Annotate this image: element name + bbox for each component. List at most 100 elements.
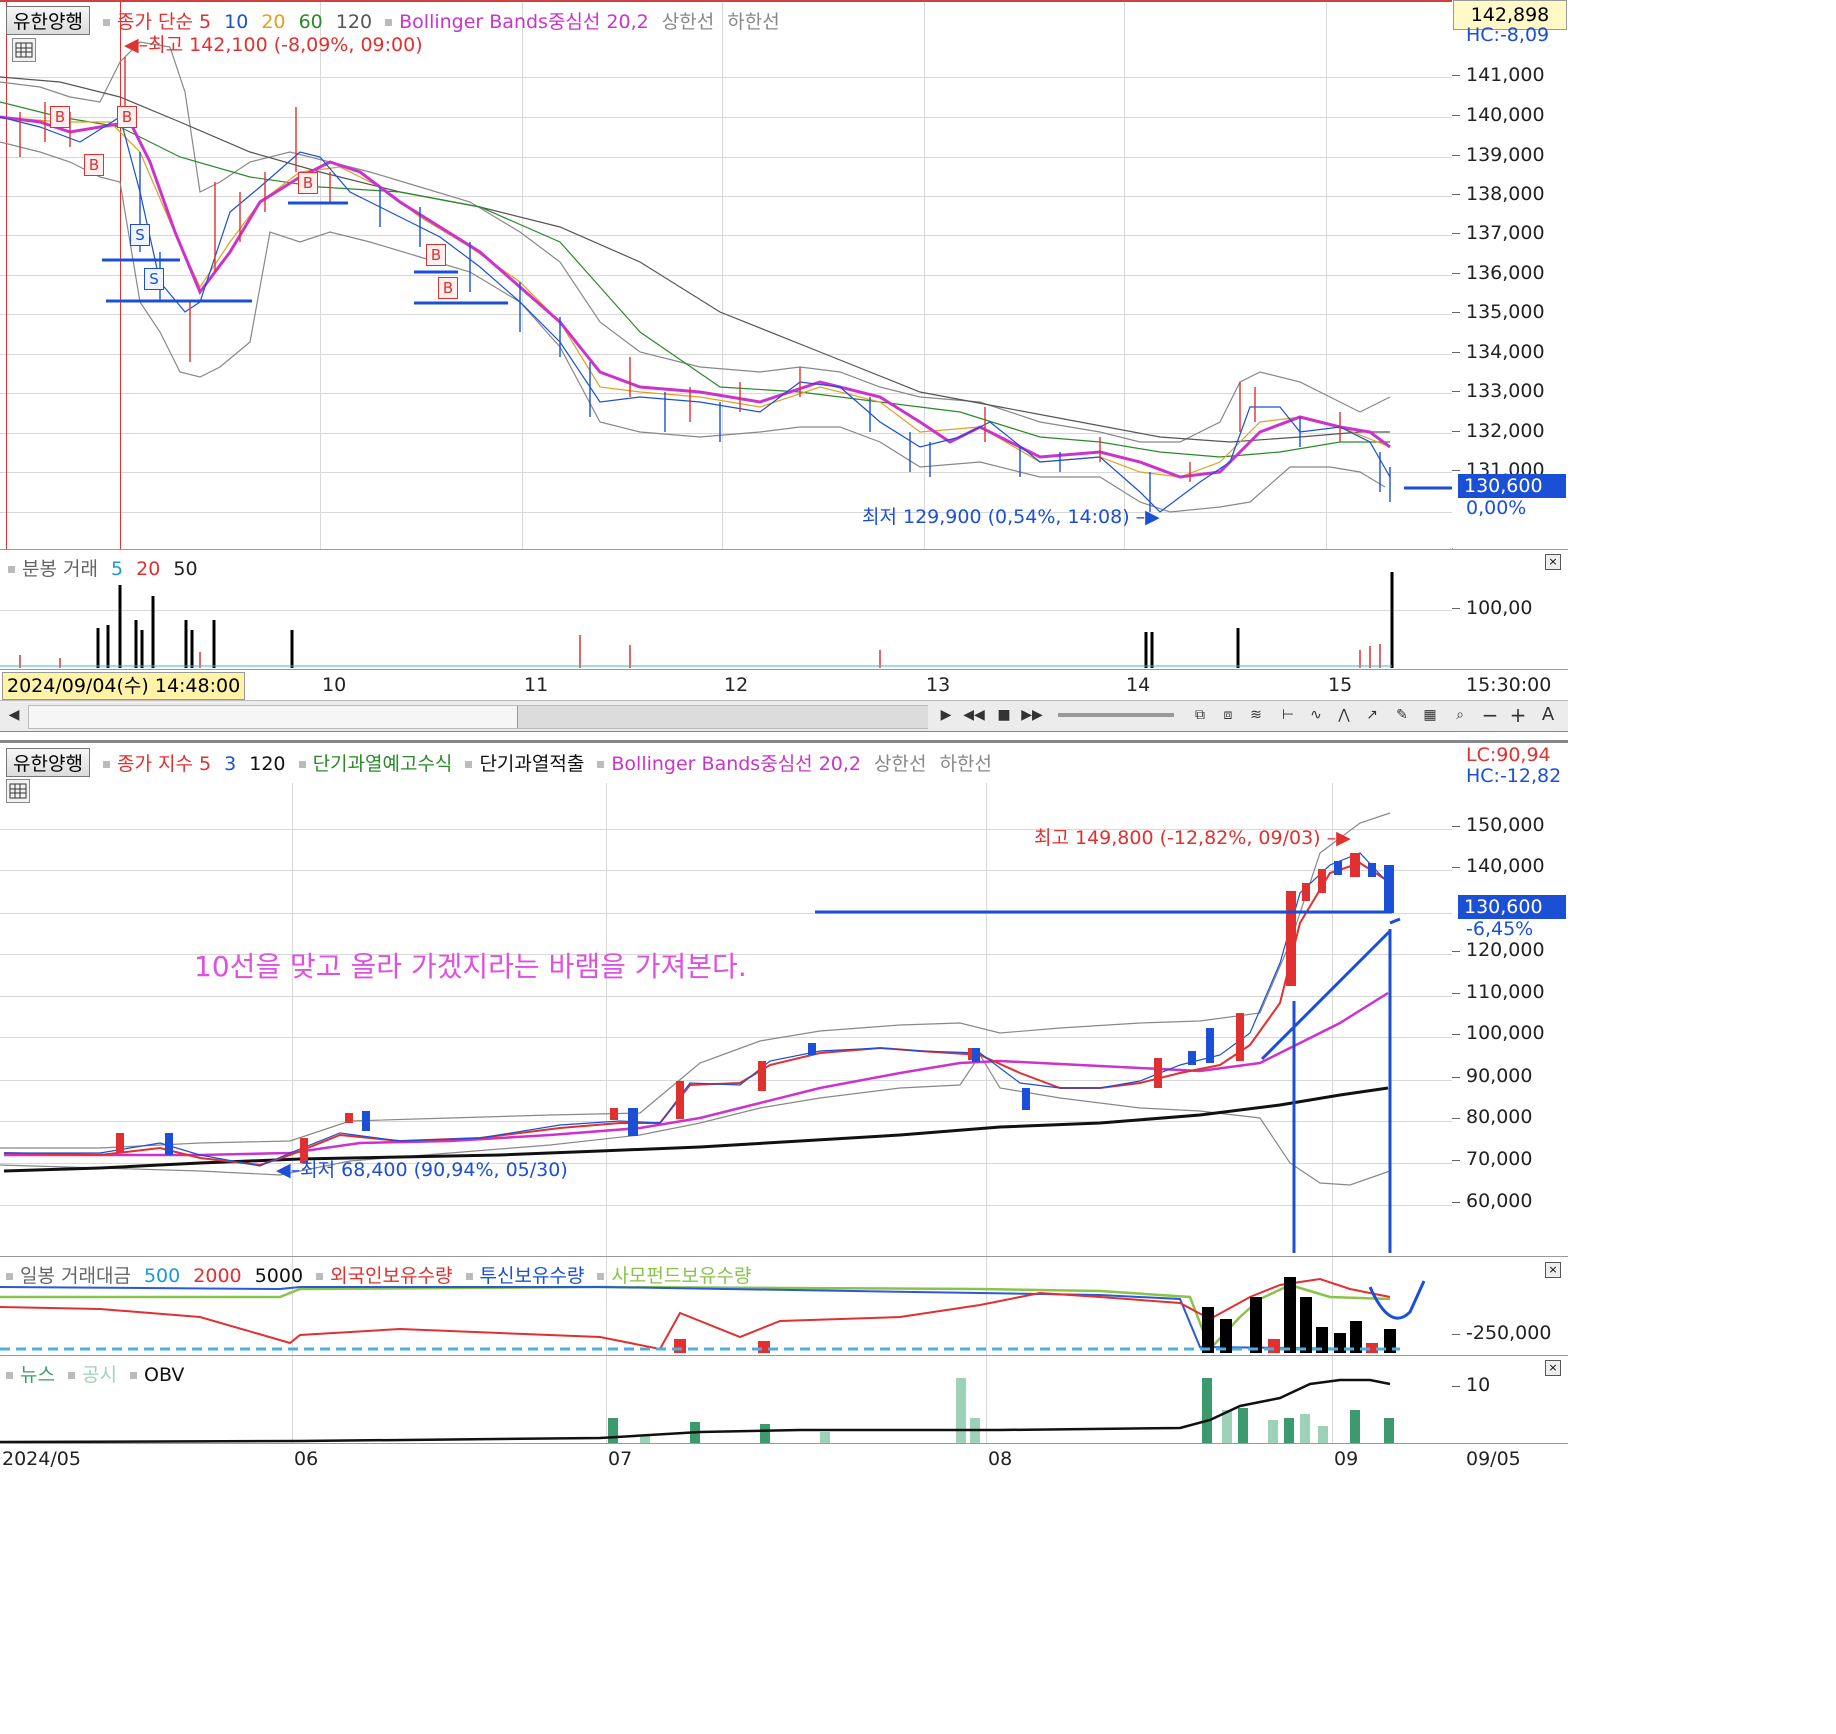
x-label: 06	[294, 1448, 319, 1470]
chart-tool-icon[interactable]: ▦	[1418, 704, 1442, 726]
legend-ma-20: 20	[261, 11, 286, 33]
scrollbar-thumb[interactable]	[517, 706, 928, 728]
low-annotation-text: 최저 129,900 (0,54%, 14:08)	[862, 506, 1130, 528]
bottom-price-pane[interactable]: 최고 149,800 (-12,82%, 09/03) –▶ ◀–최저 68,4…	[0, 740, 1453, 1258]
x-label: 14	[1126, 674, 1151, 696]
stop-icon[interactable]: ■	[992, 704, 1016, 726]
bottom-low-annotation-text: 최저 68,400 (90,94%, 05/30)	[300, 1159, 568, 1181]
legend-price: 종가 지수 5	[116, 753, 212, 775]
x-right-label: 15:30:00	[1466, 674, 1552, 696]
x-label: 08	[988, 1448, 1013, 1470]
stock-tab[interactable]: 유한양행	[6, 6, 90, 35]
news-obv-pane[interactable]: 뉴스 공시 OBV	[0, 1355, 1453, 1444]
rewind-icon[interactable]: ◀◀	[962, 704, 986, 726]
chart-tool-icon[interactable]: ↗	[1360, 704, 1384, 726]
grid-icon[interactable]	[6, 779, 30, 803]
legend-upper: 상한선	[661, 11, 715, 33]
y-label: 100,000	[1466, 1022, 1545, 1044]
bottom-low-annotation: ◀–최저 68,400 (90,94%, 05/30)	[276, 1155, 568, 1182]
chart-tool-icon[interactable]: ∿	[1304, 704, 1328, 726]
y-label: 80,000	[1466, 1106, 1533, 1128]
sell-signal-badge: S	[130, 224, 150, 246]
legend-ma-120: 120	[335, 11, 373, 33]
sub1-legend-title: 일봉 거래대금	[20, 1265, 131, 1287]
stock-tab[interactable]: 유한양행	[6, 748, 90, 777]
top-x-axis: 2024/09/04(수) 14:48:00 10 11 12 13 14 15…	[0, 669, 1568, 700]
close-icon[interactable]: ×	[1545, 554, 1561, 570]
top-price-pane[interactable]: B B B B B B S S ◀–최고 142,100 (-8,09%, 09…	[0, 0, 1453, 670]
minus-icon[interactable]: −	[1478, 704, 1502, 726]
sub2-legend-news: 뉴스	[20, 1364, 55, 1386]
buy-signal-badge: B	[426, 244, 446, 266]
y-label: 90,000	[1466, 1065, 1533, 1087]
top-volume-pane[interactable]: 분봉 거래 5 20 50	[0, 549, 1453, 670]
legend-price: 종가 단순 5	[116, 11, 212, 33]
news-obv-legend: 뉴스 공시 OBV	[6, 1360, 191, 1387]
fast-forward-icon[interactable]: ▶▶	[1020, 704, 1044, 726]
x-label: 15	[1328, 674, 1353, 696]
trading-value-legend: 일봉 거래대금 500 2000 5000 외국인보유수량 투신보유수량 사모펀…	[6, 1261, 758, 1288]
arrow-right-icon: –▶	[1320, 827, 1351, 849]
x-label: 12	[724, 674, 749, 696]
chart-tool-icon[interactable]: ⧈	[1216, 704, 1240, 726]
zoom-icon[interactable]: ⌕	[1448, 704, 1472, 726]
sell-signal-badge: S	[144, 268, 164, 290]
sub2-y-label: 10	[1466, 1374, 1491, 1396]
y-label: 110,000	[1466, 981, 1545, 1003]
y-label: 133,000	[1466, 380, 1545, 402]
plus-icon[interactable]: +	[1506, 704, 1530, 726]
scrollbar-track[interactable]	[28, 705, 928, 729]
y-label: 150,000	[1466, 814, 1545, 836]
arrow-left-icon: ◀–	[124, 34, 149, 56]
chart-tool-icon[interactable]: ✎	[1390, 704, 1414, 726]
arrow-left-icon: ◀–	[276, 1159, 301, 1181]
y-label: 138,000	[1466, 183, 1545, 205]
legend-ma-120: 120	[249, 753, 286, 775]
y-label: 134,000	[1466, 341, 1545, 363]
bottom-x-axis: 2024/05 06 07 08 09 09/05	[0, 1443, 1568, 1482]
legend-ma-60: 60	[298, 11, 323, 33]
sub1-legend-trust: 투신보유수량	[479, 1265, 585, 1287]
bottom-legend: 유한양행 종가 지수 5 3 120 단기과열예고수식 단기과열적출 Bolli…	[6, 748, 999, 777]
legend-lower: 하한선	[727, 11, 780, 33]
y-label: 132,000	[1466, 420, 1545, 442]
hc-label: HC:-12,82	[1466, 765, 1562, 787]
legend-warn-detect: 단기과열적출	[479, 753, 585, 775]
chart-tool-icon[interactable]: ⧉	[1188, 704, 1212, 726]
grid-icon[interactable]	[12, 38, 36, 62]
x-label: 07	[608, 1448, 633, 1470]
y-label: 136,000	[1466, 262, 1545, 284]
legend-ma-10: 10	[224, 11, 249, 33]
x-label: 11	[524, 674, 549, 696]
news-obv-plot	[0, 1378, 1394, 1444]
close-icon[interactable]: ×	[1545, 1262, 1561, 1278]
bottom-price-plot	[0, 812, 1401, 1253]
chart-tool-icon[interactable]: ⋀	[1332, 704, 1356, 726]
arrow-right-icon: –▶	[1129, 506, 1160, 528]
y-label: 139,000	[1466, 144, 1545, 166]
x-label: 13	[926, 674, 951, 696]
y-label: 141,000	[1466, 64, 1545, 86]
sub1-y-label: -250,000	[1466, 1322, 1552, 1344]
scroll-left-icon[interactable]: ◀	[2, 704, 26, 726]
x-label: 2024/05	[2, 1448, 81, 1470]
hc-label: HC:-8,09	[1466, 24, 1550, 46]
buy-signal-badge: B	[117, 106, 137, 128]
text-tool-button[interactable]: A	[1536, 704, 1560, 726]
legend-warn-forecast: 단기과열예고수식	[312, 753, 453, 775]
trading-value-pane[interactable]: 일봉 거래대금 500 2000 5000 외국인보유수량 투신보유수량 사모펀…	[0, 1256, 1453, 1355]
x-right-label: 09/05	[1466, 1448, 1521, 1470]
chart-toolbar: ◀ ▶ ◀◀ ■ ▶▶ ⧉ ⧈ ≋ ⊢ ∿ ⋀ ↗ ✎ ▦ ⌕ − + A	[0, 700, 1568, 732]
sub2-legend-notice: 공시	[82, 1364, 117, 1386]
chart-tool-icon[interactable]: ⊢	[1276, 704, 1300, 726]
zoom-slider[interactable]	[1058, 713, 1174, 717]
chart-tool-icon[interactable]: ≋	[1244, 704, 1268, 726]
x-label: 09	[1334, 1448, 1359, 1470]
last-price-tag: 130,600	[1458, 474, 1566, 498]
last-pct-tag: 0,00%	[1466, 497, 1527, 519]
legend-bb: Bollinger Bands중심선 20,2	[611, 753, 861, 775]
play-icon[interactable]: ▶	[934, 704, 958, 726]
user-comment: 10선을 맞고 올라 가겠지라는 바램을 가져본다.	[194, 950, 747, 983]
volume-y-label: 100,00	[1466, 597, 1533, 619]
close-icon[interactable]: ×	[1545, 1360, 1561, 1376]
